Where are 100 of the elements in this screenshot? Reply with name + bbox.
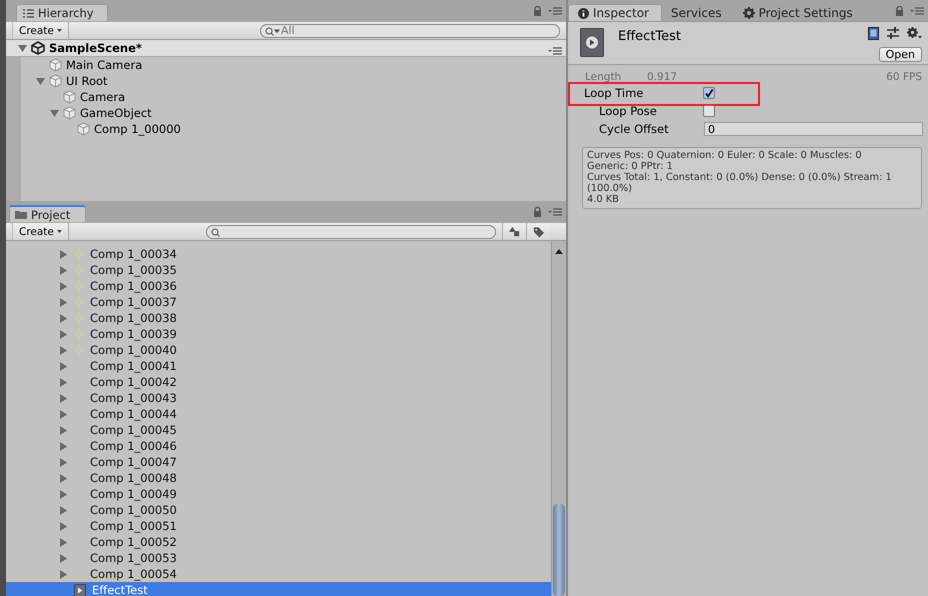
expand-arrow-icon[interactable]	[59, 442, 68, 450]
checkbox[interactable]	[703, 105, 715, 117]
expand-arrow-icon[interactable]	[50, 108, 59, 118]
field-label: Loop Pose	[599, 104, 658, 118]
project-item[interactable]: Comp 1_00038	[6, 310, 551, 326]
expand-arrow-icon[interactable]	[59, 282, 68, 290]
expand-arrow-icon[interactable]	[18, 44, 27, 52]
expand-arrow-icon[interactable]	[59, 330, 68, 338]
lock-icon[interactable]	[895, 6, 904, 16]
expand-arrow-icon[interactable]	[59, 506, 68, 514]
expand-arrow-icon[interactable]	[59, 378, 68, 386]
project-item[interactable]: Comp 1_00052	[6, 534, 551, 550]
cube-icon	[63, 90, 76, 104]
field-label: Cycle Offset	[599, 122, 670, 136]
project-item[interactable]: Comp 1_00053	[6, 550, 551, 566]
type-filter-button[interactable]	[502, 223, 526, 240]
expand-arrow-icon[interactable]	[59, 410, 68, 418]
project-item[interactable]: Comp 1_00048	[6, 470, 551, 486]
expand-arrow-icon[interactable]	[59, 490, 68, 498]
expand-arrow-icon[interactable]	[59, 298, 68, 306]
field-label: Loop Time	[584, 86, 644, 100]
project-item[interactable]: Comp 1_00037	[6, 294, 551, 310]
search-field[interactable]	[206, 224, 496, 238]
cube-icon	[63, 106, 76, 120]
scroll-thumb[interactable]	[553, 503, 565, 596]
settings-icon[interactable]	[907, 27, 922, 39]
list-icon	[23, 8, 34, 18]
lock-icon[interactable]	[533, 6, 542, 16]
open-button[interactable]: Open	[878, 47, 922, 62]
tree-item[interactable]: GameObject	[80, 106, 152, 120]
project-item[interactable]: Comp 1_00036	[6, 278, 551, 294]
project-item[interactable]: EffectTest	[6, 582, 551, 596]
help-book-icon[interactable]	[868, 27, 879, 40]
label-filter-button[interactable]	[526, 223, 550, 240]
scene-name[interactable]: SampleScene*	[49, 41, 142, 55]
project-item[interactable]: Comp 1_00044	[6, 406, 551, 422]
sliders-icon[interactable]	[887, 27, 899, 39]
cube-icon	[49, 74, 62, 88]
project-item[interactable]: Comp 1_00042	[6, 374, 551, 390]
tree-item[interactable]: Camera	[80, 90, 126, 104]
project-tab[interactable]: Project	[9, 205, 86, 222]
expand-arrow-icon[interactable]	[59, 570, 68, 578]
info-line: Curves Total: 1, Constant: 0 (0.0%) Dense: 0 (0.0%) Stream: 1	[587, 172, 893, 183]
panel-tab[interactable]: Services	[662, 4, 734, 21]
project-item[interactable]: Comp 1_00045	[6, 422, 551, 438]
length-label: Length	[585, 70, 622, 82]
number-field[interactable]: 0	[704, 122, 923, 136]
menu-icon[interactable]	[548, 7, 562, 15]
sparkle-icon	[74, 345, 84, 355]
expand-arrow-icon[interactable]	[59, 426, 68, 434]
unity-logo-icon	[31, 41, 45, 55]
sparkle-icon	[74, 249, 84, 259]
scroll-up-icon[interactable]	[553, 247, 565, 256]
menu-icon[interactable]	[910, 7, 924, 15]
lock-icon[interactable]	[533, 207, 542, 217]
sparkle-icon	[74, 281, 84, 291]
expand-arrow-icon[interactable]	[59, 346, 68, 354]
settings-icon	[742, 6, 755, 18]
create-button[interactable]: Create	[12, 223, 69, 240]
project-item[interactable]: Comp 1_00035	[6, 262, 551, 278]
expand-arrow-icon[interactable]	[59, 314, 68, 322]
project-item[interactable]: Comp 1_00047	[6, 454, 551, 470]
project-item[interactable]: Comp 1_00050	[6, 502, 551, 518]
expand-arrow-icon[interactable]	[59, 538, 68, 546]
project-item[interactable]: Comp 1_00051	[6, 518, 551, 534]
panel-tab[interactable]: Inspector	[568, 4, 662, 21]
tree-item[interactable]: UI Root	[66, 74, 108, 88]
shapes-icon	[509, 226, 520, 237]
expand-arrow-icon[interactable]	[59, 250, 68, 258]
expand-arrow-icon[interactable]	[59, 522, 68, 530]
project-item[interactable]: Comp 1_00040	[6, 342, 551, 358]
menu-icon[interactable]	[548, 208, 562, 216]
project-item[interactable]: Comp 1_00046	[6, 438, 551, 454]
expand-arrow-icon[interactable]	[36, 76, 45, 86]
scene-menu-icon[interactable]	[548, 47, 562, 55]
expand-arrow-icon[interactable]	[59, 458, 68, 466]
expand-arrow-icon[interactable]	[59, 394, 68, 402]
tree-item[interactable]: Comp 1_00000	[94, 122, 181, 136]
project-item[interactable]: Comp 1_00049	[6, 486, 551, 502]
expand-arrow-icon[interactable]	[59, 474, 68, 482]
scrollbar[interactable]	[551, 241, 566, 596]
cube-icon	[77, 122, 90, 136]
info-line: (100.0%)	[587, 183, 633, 194]
project-item[interactable]: Comp 1_00034	[6, 246, 551, 262]
expand-arrow-icon[interactable]	[59, 362, 68, 370]
project-item[interactable]: Comp 1_00054	[6, 566, 551, 582]
checkbox[interactable]	[703, 87, 715, 99]
project-item[interactable]: Comp 1_00043	[6, 390, 551, 406]
hierarchy-tab[interactable]: Hierarchy	[16, 4, 108, 21]
expand-arrow-icon[interactable]	[59, 554, 68, 562]
tree-item[interactable]: Main Camera	[66, 58, 142, 72]
create-button[interactable]: Create	[12, 22, 69, 39]
project-item[interactable]: Comp 1_00041	[6, 358, 551, 374]
project-item[interactable]: Comp 1_00039	[6, 326, 551, 342]
animation-clip-icon	[74, 584, 86, 596]
panel-tab[interactable]: Project Settings	[734, 4, 865, 21]
expand-arrow-icon[interactable]	[59, 266, 68, 274]
info-line: Curves Pos: 0 Quaternion: 0 Euler: 0 Scale: 0 Muscles: 0	[587, 150, 863, 161]
animation-clip-icon	[580, 28, 604, 57]
search-field[interactable]: All	[260, 24, 560, 38]
